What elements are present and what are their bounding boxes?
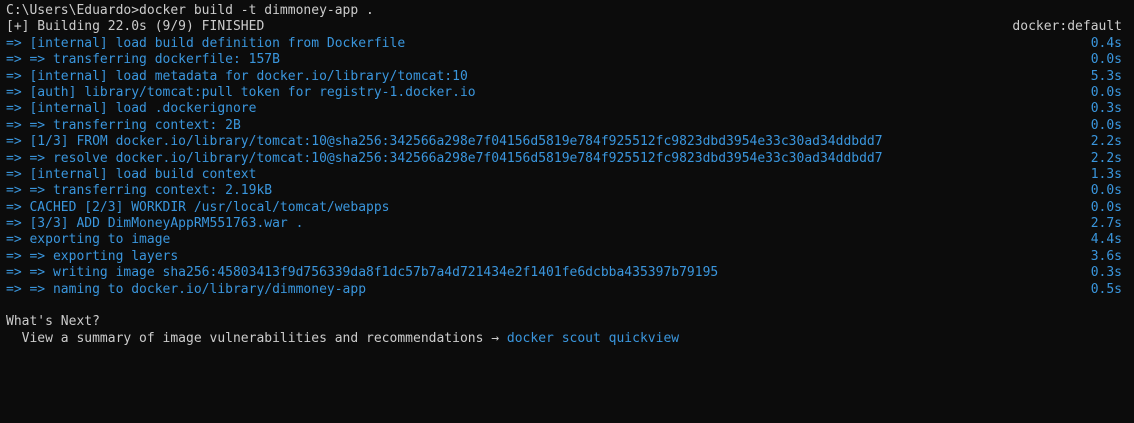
build-step-line: => => transferring context: 2.19kB 0.0s bbox=[6, 183, 1122, 199]
build-step-text: => [3/3] ADD DimMoneyAppRM551763.war . bbox=[6, 216, 304, 232]
build-step-text: => [internal] load metadata for docker.i… bbox=[6, 68, 468, 84]
build-step-line: => [internal] load build definition from… bbox=[6, 36, 1122, 52]
build-step-time: 0.5s bbox=[1090, 281, 1122, 297]
build-status-line: [+] Building 22.0s (9/9) FINISHED docker… bbox=[6, 19, 1122, 35]
build-step-time: 3.6s bbox=[1090, 248, 1122, 264]
build-step-time: 2.2s bbox=[1090, 150, 1122, 166]
build-step-line: => [auth] library/tomcat:pull token for … bbox=[6, 85, 1122, 101]
build-step-time: 0.3s bbox=[1090, 265, 1122, 281]
build-step-line: => exporting to image 4.4s bbox=[6, 232, 1122, 248]
build-step-text: => => transferring dockerfile: 157B bbox=[6, 52, 280, 68]
build-step-text: => => naming to docker.io/library/dimmon… bbox=[6, 281, 367, 297]
build-step-line: => [internal] load build context 1.3s bbox=[6, 167, 1122, 183]
whats-next-text: What's Next? bbox=[6, 314, 100, 330]
build-step-text: => [auth] library/tomcat:pull token for … bbox=[6, 84, 476, 100]
build-step-time: 0.0s bbox=[1090, 199, 1122, 215]
build-status-text: [+] Building 22.0s (9/9) FINISHED bbox=[6, 19, 265, 35]
command-line: C:\Users\Eduardo>docker build -t dimmone… bbox=[6, 3, 1122, 19]
build-step-time: 2.2s bbox=[1090, 134, 1122, 150]
build-step-line: => => writing image sha256:45803413f9d75… bbox=[6, 265, 1122, 281]
build-step-time: 5.3s bbox=[1090, 68, 1122, 84]
build-step-time: 0.0s bbox=[1090, 117, 1122, 133]
build-step-text: => [internal] load .dockerignore bbox=[6, 101, 257, 117]
build-step-time: 0.0s bbox=[1090, 84, 1122, 100]
build-step-time: 0.3s bbox=[1090, 101, 1122, 117]
build-step-line: => [1/3] FROM docker.io/library/tomcat:1… bbox=[6, 134, 1122, 150]
build-step-line: => => transferring dockerfile: 157B 0.0s bbox=[6, 52, 1122, 68]
build-step-time: 0.4s bbox=[1090, 35, 1122, 51]
build-step-text: => => exporting layers bbox=[6, 248, 179, 264]
build-step-text: => => transferring context: 2B bbox=[6, 117, 241, 133]
summary-prefix: View a summary of image vulnerabilities … bbox=[6, 330, 507, 346]
build-step-line: => => exporting layers 3.6s bbox=[6, 249, 1122, 265]
build-step-line: => [internal] load metadata for docker.i… bbox=[6, 69, 1122, 85]
build-step-text: => [internal] load build definition from… bbox=[6, 35, 406, 51]
build-step-line: => => naming to docker.io/library/dimmon… bbox=[6, 282, 1122, 298]
build-step-time: 1.3s bbox=[1090, 166, 1122, 182]
builder-name: docker:default bbox=[1012, 19, 1122, 35]
build-step-time: 2.7s bbox=[1090, 216, 1122, 232]
build-step-text: => => transferring context: 2.19kB bbox=[6, 183, 273, 199]
build-step-text: => [internal] load build context bbox=[6, 166, 257, 182]
build-step-text: => => resolve docker.io/library/tomcat:1… bbox=[6, 150, 883, 166]
build-step-time: 4.4s bbox=[1090, 232, 1122, 248]
terminal-window[interactable]: C:\Users\Eduardo>docker build -t dimmone… bbox=[0, 0, 1134, 423]
build-step-time: 0.0s bbox=[1090, 52, 1122, 68]
build-step-text: => CACHED [2/3] WORKDIR /usr/local/tomca… bbox=[6, 199, 390, 215]
whats-next-heading: What's Next? bbox=[6, 314, 1122, 330]
build-step-text: => exporting to image bbox=[6, 232, 171, 248]
build-step-time: 0.0s bbox=[1090, 183, 1122, 199]
whats-next-summary: View a summary of image vulnerabilities … bbox=[6, 331, 1122, 347]
build-step-line: => CACHED [2/3] WORKDIR /usr/local/tomca… bbox=[6, 200, 1122, 216]
build-step-line: => => resolve docker.io/library/tomcat:1… bbox=[6, 151, 1122, 167]
build-step-text: => [1/3] FROM docker.io/library/tomcat:1… bbox=[6, 134, 883, 150]
command-text: C:\Users\Eduardo>docker build -t dimmone… bbox=[6, 3, 374, 18]
build-step-line: => [internal] load .dockerignore 0.3s bbox=[6, 101, 1122, 117]
build-step-line: => [3/3] ADD DimMoneyAppRM551763.war . 2… bbox=[6, 216, 1122, 232]
scout-quickview-command[interactable]: docker scout quickview bbox=[507, 331, 679, 346]
build-step-line: => => transferring context: 2B 0.0s bbox=[6, 118, 1122, 134]
build-step-text: => => writing image sha256:45803413f9d75… bbox=[6, 265, 719, 281]
